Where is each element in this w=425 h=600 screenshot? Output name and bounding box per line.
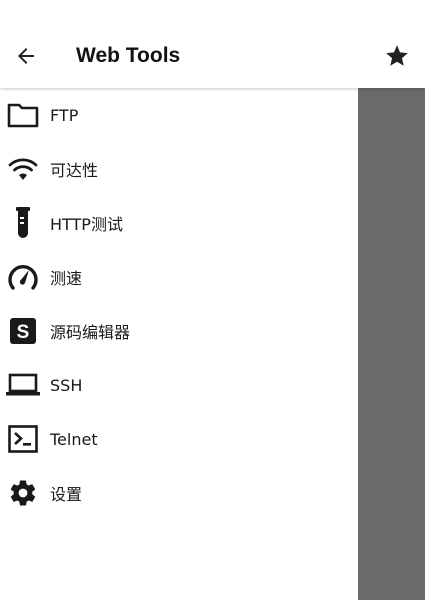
drawer-scrim[interactable] xyxy=(358,86,425,600)
page-title: Web Tools xyxy=(76,44,181,67)
test-tube-icon xyxy=(6,206,40,240)
laptop-icon xyxy=(6,368,40,402)
drawer-item-label: 设置 xyxy=(50,485,83,504)
wifi-icon xyxy=(6,152,40,186)
svg-text:S: S xyxy=(17,322,30,343)
speedometer-icon xyxy=(6,260,40,294)
drawer-item-reachability[interactable]: 可达性 xyxy=(0,142,358,196)
drawer-item-label: 源码编辑器 xyxy=(50,323,131,342)
gear-icon xyxy=(6,476,40,510)
drawer-item-source-editor[interactable]: S 源码编辑器 xyxy=(0,304,358,358)
console-icon xyxy=(6,422,40,456)
drawer-item-settings[interactable]: 设置 xyxy=(0,466,358,520)
source-s-icon: S xyxy=(6,314,40,348)
drawer-item-speed-test[interactable]: 测速 xyxy=(0,250,358,304)
drawer-item-label: FTP xyxy=(50,105,79,125)
drawer-item-ssh[interactable]: SSH xyxy=(0,358,358,412)
drawer-item-label: 测速 xyxy=(50,269,83,288)
folder-icon xyxy=(6,98,40,132)
drawer-item-http-test[interactable]: HTTP测试 xyxy=(0,196,358,250)
navigation-drawer: FTP 可达性 HTTP测试 测速 S 源码编辑器 SSH Telnet 设置 xyxy=(0,88,358,600)
app-bar: Web Tools xyxy=(0,0,425,88)
favorite-button[interactable] xyxy=(379,38,415,74)
arrow-back-icon xyxy=(18,48,34,64)
drawer-item-label: 可达性 xyxy=(50,161,99,180)
back-button[interactable] xyxy=(8,38,44,74)
drawer-item-telnet[interactable]: Telnet xyxy=(0,412,358,466)
drawer-item-label: SSH xyxy=(50,375,83,395)
drawer-item-label: Telnet xyxy=(50,429,98,449)
star-icon xyxy=(386,45,408,66)
drawer-item-ftp[interactable]: FTP xyxy=(0,88,358,142)
drawer-item-label: HTTP测试 xyxy=(50,215,123,234)
